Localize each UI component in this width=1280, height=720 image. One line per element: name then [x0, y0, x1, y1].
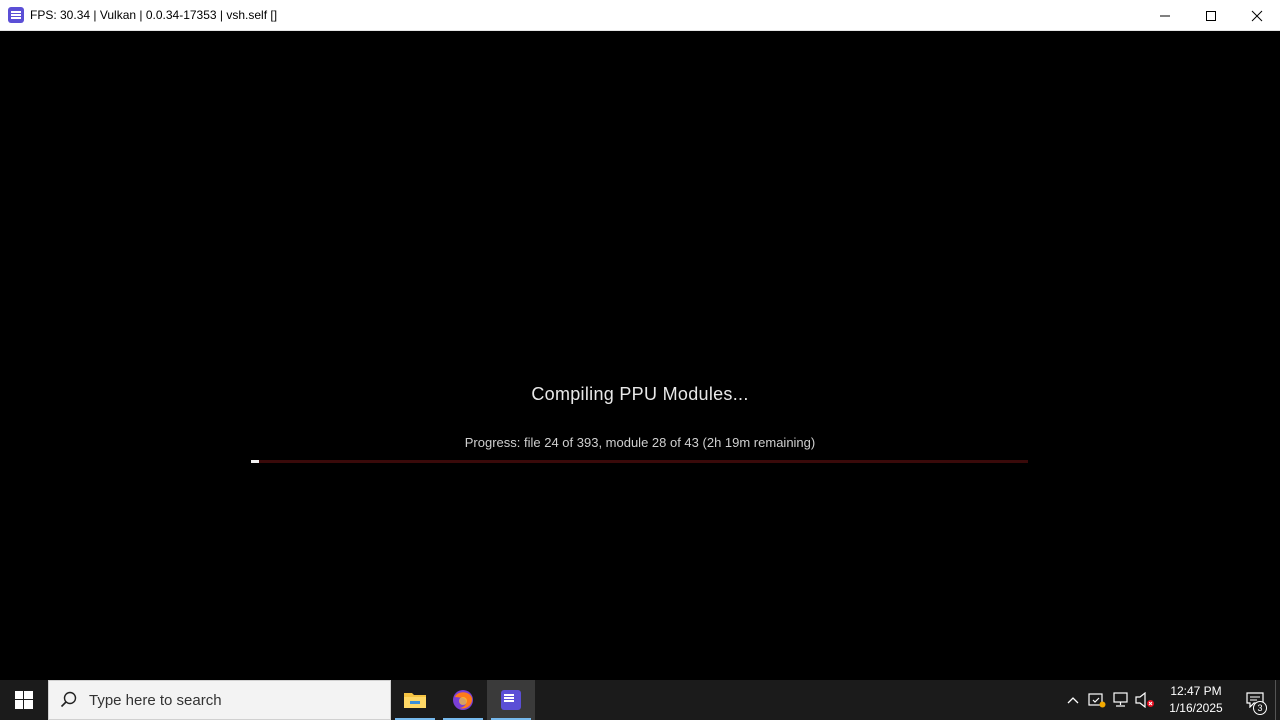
- progress-text: Progress: file 24 of 393, module 28 of 4…: [464, 435, 816, 450]
- rpcs3-icon: [501, 690, 521, 710]
- clock-date: 1/16/2025: [1169, 701, 1223, 715]
- tray-network-button[interactable]: [1109, 680, 1133, 720]
- taskbar-clock[interactable]: 12:47 PM 1/16/2025: [1163, 683, 1229, 717]
- window-title: FPS: 30.34 | Vulkan | 0.0.34-17353 | vsh…: [30, 8, 278, 22]
- show-desktop-button[interactable]: [1275, 680, 1280, 720]
- notification-count-badge: 3: [1253, 701, 1267, 715]
- firefox-icon: [453, 690, 473, 710]
- window-titlebar: FPS: 30.34 | Vulkan | 0.0.34-17353 | vsh…: [0, 0, 1280, 31]
- taskbar-search[interactable]: [48, 680, 391, 720]
- rpcs3-icon: [8, 7, 24, 23]
- game-viewport[interactable]: Compiling PPU Modules... Progress: file …: [0, 31, 1280, 680]
- chevron-up-icon: [1067, 697, 1079, 704]
- security-warning-icon: [1088, 693, 1106, 708]
- taskbar-app-file-explorer[interactable]: [391, 680, 439, 720]
- action-center-button[interactable]: 3: [1235, 680, 1275, 720]
- close-icon: [1251, 10, 1263, 21]
- show-hidden-icons-button[interactable]: [1061, 680, 1085, 720]
- progress-bar: [251, 460, 1028, 463]
- maximize-icon: [1206, 10, 1216, 21]
- compile-heading: Compiling PPU Modules...: [531, 384, 749, 404]
- minimize-button[interactable]: [1142, 0, 1188, 31]
- search-icon: [49, 691, 89, 709]
- close-button[interactable]: [1234, 0, 1280, 31]
- taskbar-app-firefox[interactable]: [439, 680, 487, 720]
- tray-security-button[interactable]: [1085, 680, 1109, 720]
- taskbar: 12:47 PM 1/16/2025 3: [0, 680, 1280, 720]
- search-input[interactable]: [89, 691, 369, 709]
- volume-muted-icon: [1135, 692, 1154, 708]
- file-explorer-icon: [404, 693, 426, 708]
- clock-time: 12:47 PM: [1170, 684, 1222, 698]
- maximize-button[interactable]: [1188, 0, 1234, 31]
- tray-volume-button[interactable]: [1133, 680, 1157, 720]
- minimize-icon: [1160, 15, 1170, 16]
- windows-icon: [15, 691, 33, 709]
- progress-bar-fill: [251, 460, 259, 463]
- start-button[interactable]: [0, 680, 48, 720]
- taskbar-app-rpcs3[interactable]: [487, 680, 535, 720]
- network-icon: [1113, 692, 1128, 707]
- window-controls: [1142, 0, 1280, 31]
- system-tray: 12:47 PM 1/16/2025 3: [1061, 680, 1280, 720]
